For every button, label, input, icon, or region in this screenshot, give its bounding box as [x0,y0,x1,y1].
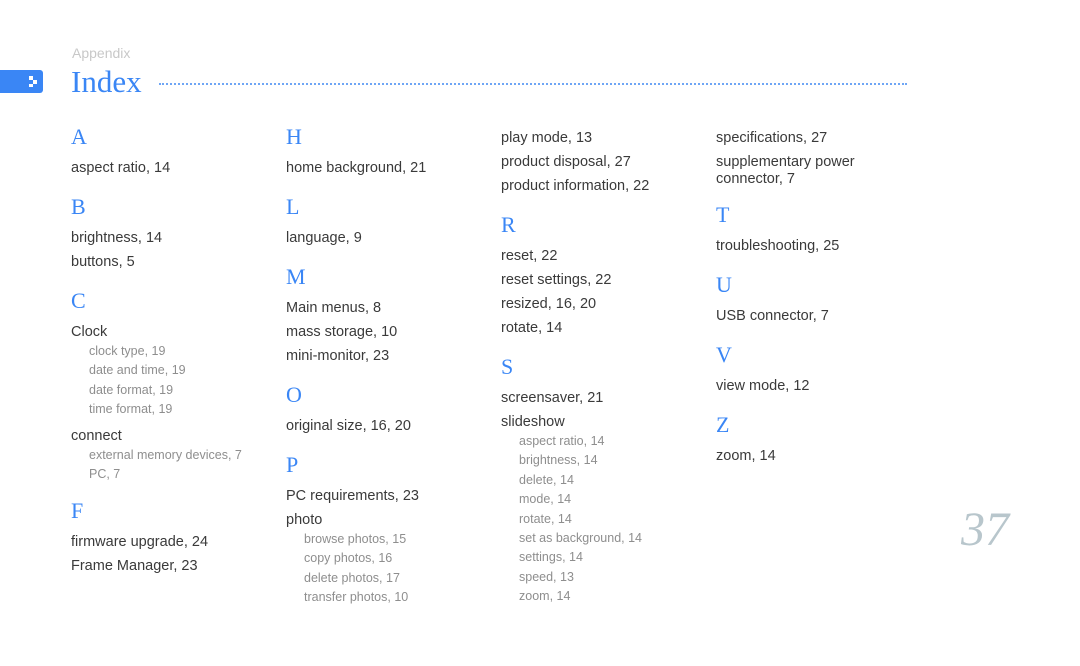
index-letter-heading: F [71,498,84,524]
index-column-4: specifications, 27 supplementary power co… [716,126,916,482]
index-subentry[interactable]: time format, 19 [89,400,271,419]
index-subentry[interactable]: delete photos, 17 [304,569,486,588]
index-entry[interactable]: PC requirements, 23 [286,484,486,508]
index-subentry[interactable]: aspect ratio, 14 [519,432,701,451]
index-letter-heading: H [286,124,302,149]
index-entry[interactable]: firmware upgrade, 24 [71,530,271,554]
index-subentry[interactable]: speed, 13 [519,568,701,587]
index-group: Vview mode, 12 [716,342,916,398]
index-group: Llanguage, 9 [286,194,486,250]
index-entry[interactable]: mass storage, 10 [286,320,486,344]
index-subentries: clock type, 19 date and time, 19 date form… [89,342,271,420]
index-entry[interactable]: rotate, 14 [501,316,701,340]
index-subentry[interactable]: PC, 7 [89,465,271,484]
index-group: C Clock clock type, 19 date and time, 19 dat… [71,288,271,484]
index-letter-heading: S [501,354,514,379]
index-subentry[interactable]: browse photos, 15 [304,530,486,549]
index-group: Aaspect ratio, 14 [71,124,271,180]
index-entry[interactable]: Clock [71,320,271,344]
index-subentries: external memory devices, 7 PC, 7 [89,446,271,485]
index-subentry[interactable]: rotate, 14 [519,510,701,529]
section-label: Appendix [72,45,131,61]
index-entry[interactable]: play mode, 13 [501,126,701,150]
index-column-1: Aaspect ratio, 14 Bbrightness, 14 buttons,… [71,124,271,592]
index-subentry[interactable]: mode, 14 [519,490,701,509]
index-subentry[interactable]: clock type, 19 [89,342,271,361]
index-letter-heading: A [71,124,87,149]
index-entry[interactable]: supplementary power connector, 7 [716,154,916,188]
index-letter-heading: P [286,452,299,477]
index-subentries: browse photos, 15 copy photos, 16 delete p… [304,530,486,608]
index-entry[interactable]: reset, 22 [501,244,701,268]
index-letter-heading: C [71,288,86,313]
index-subentry[interactable]: copy photos, 16 [304,549,486,568]
index-subentry[interactable]: external memory devices, 7 [89,446,271,465]
index-subentry[interactable]: zoom, 14 [519,587,701,606]
index-entry[interactable]: original size, 16, 20 [286,414,486,438]
index-group: Ooriginal size, 16, 20 [286,382,486,438]
index-letter-heading: V [716,342,732,367]
index-subentry[interactable]: transfer photos, 10 [304,588,486,607]
index-entry[interactable]: resized, 16, 20 [501,292,701,316]
index-entry[interactable]: brightness, 14 [71,226,271,250]
index-letter-heading: O [286,382,302,407]
index-group: Hhome background, 21 [286,124,486,180]
index-letter-heading: T [716,202,730,227]
index-entry[interactable]: product information, 22 [501,174,701,198]
index-entry[interactable]: language, 9 [286,226,486,250]
index-letter-heading: L [286,194,300,219]
index-group: Rreset, 22 reset settings, 22 resized, 16,… [501,212,701,340]
index-entry[interactable]: screensaver, 21 [501,386,701,410]
index-group: P PC requirements, 23 photo browse photos, … [286,452,486,608]
index-entry[interactable]: troubleshooting, 25 [716,234,916,258]
index-entry[interactable]: buttons, 5 [71,250,271,274]
index-entry[interactable]: aspect ratio, 14 [71,156,271,180]
index-column-2: Hhome background, 21 Llanguage, 9 M Main me… [286,124,486,622]
index-entry[interactable]: mini-monitor, 23 [286,344,486,368]
index-entry[interactable]: Frame Manager, 23 [71,554,271,578]
index-letter-heading: R [501,212,516,237]
index-entry[interactable]: view mode, 12 [716,374,916,398]
index-group: specifications, 27 supplementary power co… [716,126,916,188]
page-title: Index [71,64,142,99]
chapter-tab-marker [0,70,43,93]
index-letter-heading: Z [716,412,730,437]
index-group: U USB connector, 7 [716,272,916,328]
index-letter-heading: U [716,272,732,297]
index-subentry[interactable]: brightness, 14 [519,451,701,470]
index-entry[interactable]: USB connector, 7 [716,304,916,328]
index-subentry[interactable]: delete, 14 [519,471,701,490]
index-group: Bbrightness, 14 buttons, 5 [71,194,271,274]
index-entry[interactable]: Main menus, 8 [286,296,486,320]
index-group: Ffirmware upgrade, 24 Frame Manager, 23 [71,498,271,578]
index-subentry[interactable]: settings, 14 [519,548,701,567]
index-subentry[interactable]: date format, 19 [89,381,271,400]
index-entry[interactable]: home background, 21 [286,156,486,180]
index-entry[interactable]: zoom, 14 [716,444,916,468]
index-group: Zzoom, 14 [716,412,916,468]
index-entry[interactable]: slideshow [501,410,701,434]
page-number: 37 [961,503,1009,556]
index-letter-heading: B [71,194,86,219]
arrow-icon [29,76,39,87]
index-group: play mode, 13 product disposal, 27 product… [501,126,701,198]
index-entry[interactable]: specifications, 27 [716,126,916,150]
index-entry[interactable]: connect [71,424,271,448]
index-group: Ttroubleshooting, 25 [716,202,916,258]
index-letter-heading: M [286,264,306,289]
index-entry[interactable]: photo [286,508,486,532]
index-entry[interactable]: reset settings, 22 [501,268,701,292]
title-dotted-rule [159,83,907,85]
index-subentry[interactable]: date and time, 19 [89,361,271,380]
index-subentry[interactable]: set as background, 14 [519,529,701,548]
index-entry[interactable]: product disposal, 27 [501,150,701,174]
index-group: Sscreensaver, 21 slideshow aspect ratio, 1… [501,354,701,607]
index-column-3: play mode, 13 product disposal, 27 product… [501,126,701,621]
index-group: M Main menus, 8 mass storage, 10 mini-monit… [286,264,486,368]
index-subentries: aspect ratio, 14 brightness, 14 delete, 14… [519,432,701,607]
